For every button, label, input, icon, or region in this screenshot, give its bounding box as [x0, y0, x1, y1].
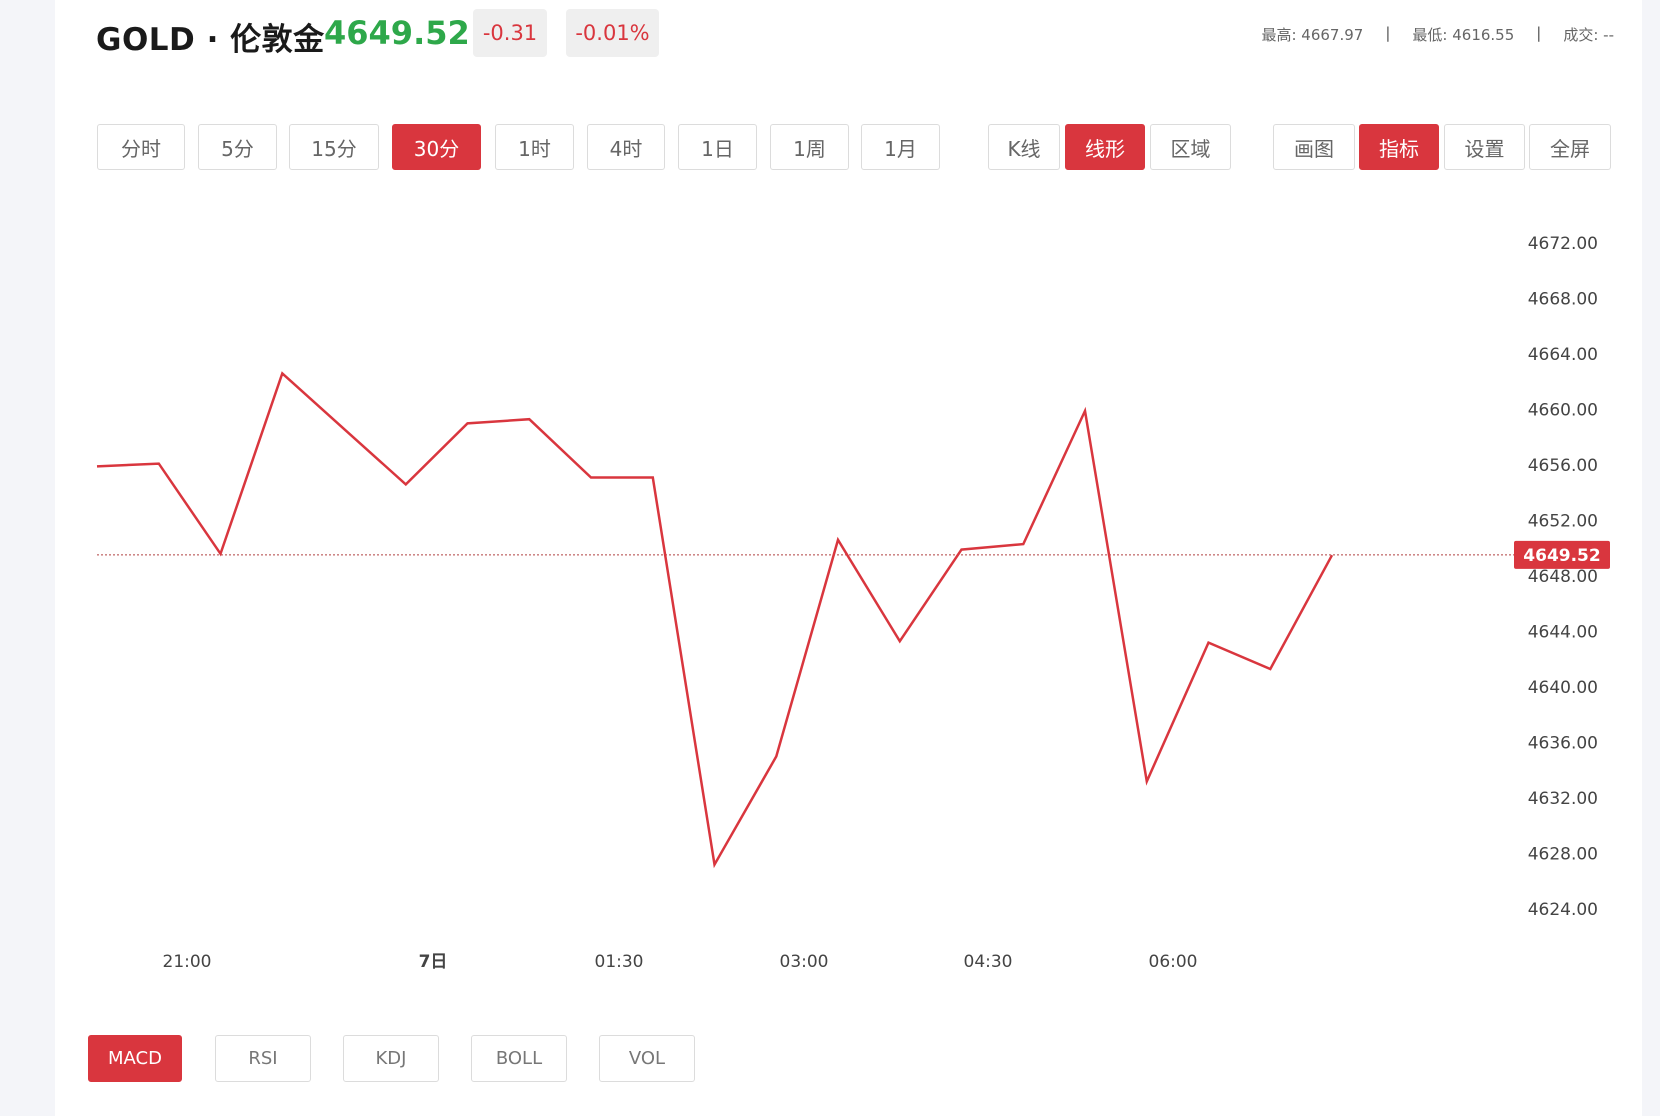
y-tick-label: 4660.00	[1528, 401, 1598, 421]
indicator-button-boll[interactable]: BOLL	[471, 1035, 567, 1082]
current-price-tag-text: 4649.52	[1523, 546, 1600, 566]
y-tick-label: 4640.00	[1528, 678, 1598, 698]
y-tick-label: 4628.00	[1528, 845, 1598, 865]
y-tick-label: 4648.00	[1528, 567, 1598, 587]
y-tick-label: 4636.00	[1528, 734, 1598, 754]
indicator-button-rsi[interactable]: RSI	[215, 1035, 311, 1082]
indicator-button-vol[interactable]: VOL	[599, 1035, 695, 1082]
y-axis: 4672.00 4668.00 4664.00 4660.00 4656.00 4652.…	[1528, 234, 1598, 920]
y-tick-label: 4624.00	[1528, 900, 1598, 920]
x-tick-label: 06:00	[1149, 952, 1198, 972]
x-tick-label: 21:00	[163, 952, 212, 972]
y-tick-label: 4652.00	[1528, 512, 1598, 532]
indicator-button-kdj[interactable]: KDJ	[343, 1035, 439, 1082]
y-tick-label: 4656.00	[1528, 456, 1598, 476]
x-tick-label: 01:30	[595, 952, 644, 972]
x-tick-label: 7日	[419, 952, 448, 972]
x-axis: 21:00 7日 01:30 03:00 04:30 06:00	[163, 952, 1198, 972]
y-tick-label: 4644.00	[1528, 623, 1598, 643]
y-tick-label: 4668.00	[1528, 290, 1598, 310]
price-line-series	[96, 371, 1334, 869]
y-tick-label: 4664.00	[1528, 345, 1598, 365]
y-tick-label: 4672.00	[1528, 234, 1598, 254]
indicator-button-macd[interactable]: MACD	[88, 1035, 182, 1082]
x-tick-label: 03:00	[780, 952, 829, 972]
current-price-tag: 4649.52	[1514, 540, 1610, 569]
price-chart[interactable]: 4672.00 4668.00 4664.00 4660.00 4656.00 4652.…	[0, 0, 1660, 1000]
x-tick-label: 04:30	[964, 952, 1013, 972]
y-tick-label: 4632.00	[1528, 789, 1598, 809]
